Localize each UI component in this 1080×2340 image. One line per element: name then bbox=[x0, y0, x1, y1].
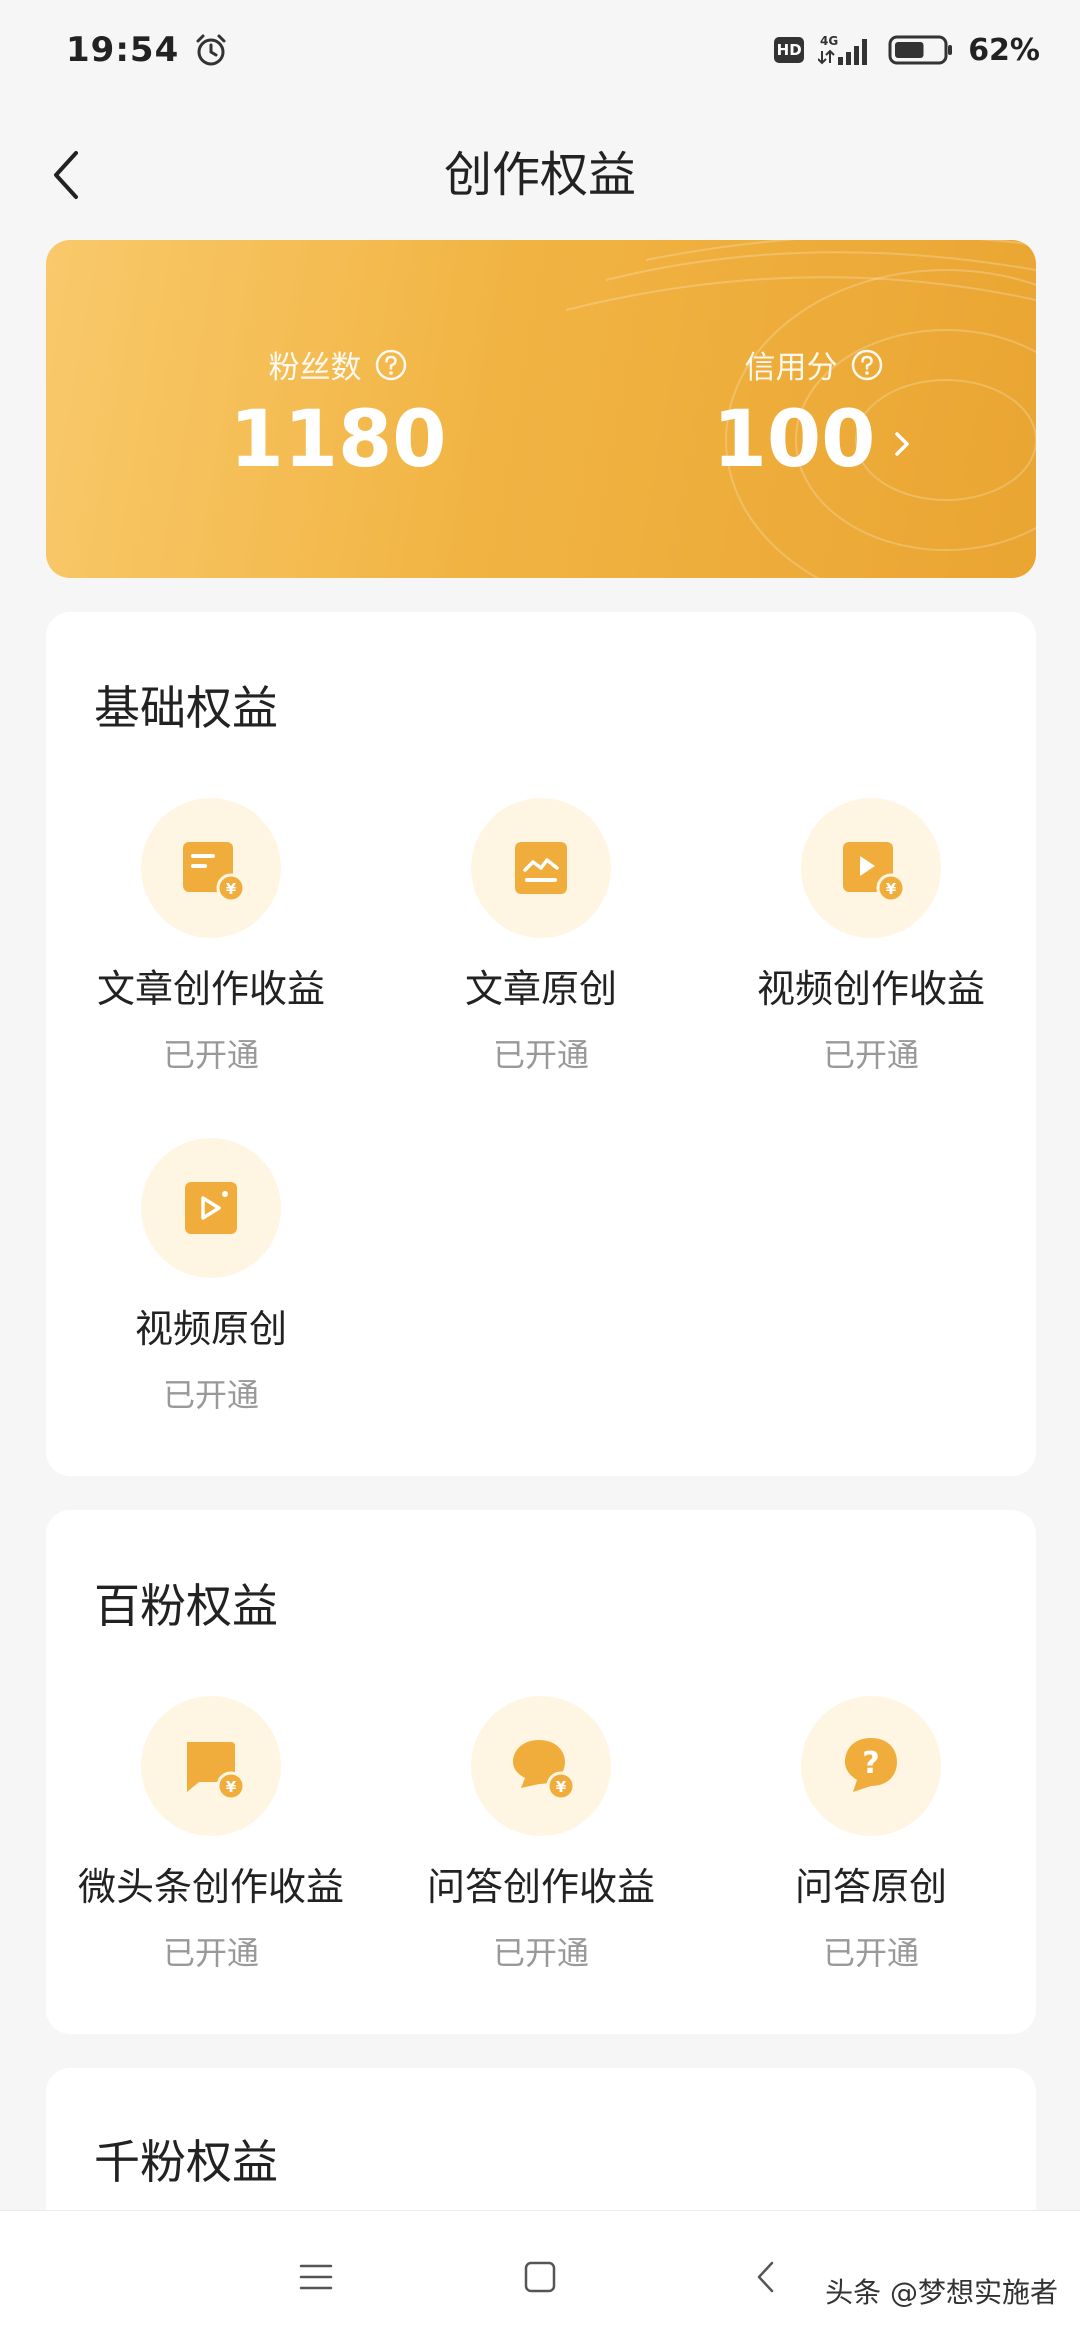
qa-original-icon: ? bbox=[845, 1738, 897, 1792]
credit-label-row: 信用分 bbox=[634, 342, 994, 387]
status-time: 19:54 bbox=[66, 30, 180, 70]
icon-circle: ¥ bbox=[141, 798, 281, 938]
benefit-qa-income[interactable]: ¥ 问答创作收益 已开通 bbox=[376, 1696, 706, 1996]
benefit-video-income[interactable]: ¥ 视频创作收益 已开通 bbox=[706, 798, 1036, 1098]
fans-value-row: 1180 bbox=[158, 390, 518, 490]
menu-button[interactable] bbox=[286, 2247, 346, 2307]
benefit-name: 微头条创作收益 bbox=[77, 1865, 344, 1909]
icon-circle: ¥ bbox=[801, 798, 941, 938]
header: 创作权益 bbox=[0, 100, 1080, 250]
benefit-status: 已开通 bbox=[162, 1376, 259, 1414]
benefit-article-income[interactable]: ¥ 文章创作收益 已开通 bbox=[46, 798, 376, 1098]
status-right: HD 4G 62% bbox=[774, 33, 1040, 68]
svg-text:¥: ¥ bbox=[226, 880, 237, 898]
page-title: 创作权益 bbox=[443, 147, 636, 203]
network-type-label: 4G bbox=[820, 34, 838, 48]
fans-label-row: 粉丝数 bbox=[158, 342, 518, 387]
alarm-icon bbox=[196, 34, 226, 66]
icon-circle: ¥ bbox=[141, 1696, 281, 1836]
benefit-video-original[interactable]: 视频原创 已开通 bbox=[46, 1138, 376, 1438]
benefit-article-original[interactable]: 文章原创 已开通 bbox=[376, 798, 706, 1098]
svg-text:?: ? bbox=[862, 1746, 879, 1781]
section-title: 千粉权益 bbox=[94, 2135, 278, 2189]
help-icon[interactable] bbox=[850, 348, 884, 382]
video-income-icon: ¥ bbox=[843, 842, 906, 903]
benefit-status: 已开通 bbox=[162, 1934, 259, 1972]
section-hundred-fan-benefits: 百粉权益 ¥ 微头条创作收益 已开通 ¥ 问答创作收益 已开通 ? 问答原创 已… bbox=[46, 1510, 1036, 2034]
section-basic-benefits: 基础权益 ¥ 文章创作收益 已开通 文章原创 已开通 ¥ 视频创作收益 已开通 … bbox=[46, 612, 1036, 1476]
chevron-right-icon bbox=[895, 432, 910, 456]
home-button[interactable] bbox=[510, 2247, 570, 2307]
benefit-name: 问答原创 bbox=[794, 1865, 947, 1909]
icon-circle bbox=[471, 798, 611, 938]
benefit-status: 已开通 bbox=[822, 1934, 919, 1972]
section-title: 基础权益 bbox=[94, 681, 278, 735]
svg-text:¥: ¥ bbox=[556, 1778, 567, 1796]
benefit-status: 已开通 bbox=[492, 1934, 589, 1972]
menu-icon bbox=[299, 2264, 333, 2290]
icon-circle bbox=[141, 1138, 281, 1278]
credit-value-row: 100 bbox=[634, 390, 994, 490]
battery-icon bbox=[888, 35, 953, 65]
benefit-name: 文章原创 bbox=[464, 967, 617, 1011]
credit-stat[interactable]: 信用分 100 bbox=[634, 240, 994, 578]
fans-label: 粉丝数 bbox=[268, 350, 362, 386]
benefit-name: 问答创作收益 bbox=[426, 1865, 655, 1909]
benefit-qa-original[interactable]: ? 问答原创 已开通 bbox=[706, 1696, 1036, 1996]
qa-income-icon: ¥ bbox=[513, 1740, 576, 1801]
back-arrow-icon bbox=[757, 2261, 774, 2293]
benefit-status: 已开通 bbox=[162, 1036, 259, 1074]
hd-icon: HD bbox=[774, 37, 805, 63]
article-original-icon bbox=[515, 842, 567, 894]
video-original-icon bbox=[185, 1182, 237, 1234]
benefit-status: 已开通 bbox=[822, 1036, 919, 1074]
micro-headline-income-icon: ¥ bbox=[187, 1742, 246, 1801]
fans-value: 1180 bbox=[229, 395, 447, 485]
icon-circle: ? bbox=[801, 1696, 941, 1836]
system-back-button[interactable] bbox=[736, 2247, 796, 2307]
fans-stat: 粉丝数 1180 bbox=[158, 240, 518, 578]
benefit-name: 视频创作收益 bbox=[756, 967, 985, 1011]
stats-card: 粉丝数 1180 信用分 100 bbox=[46, 240, 1036, 578]
benefit-name: 视频原创 bbox=[134, 1307, 287, 1351]
svg-text:¥: ¥ bbox=[886, 880, 897, 898]
svg-text:¥: ¥ bbox=[226, 1778, 237, 1796]
benefit-name: 文章创作收益 bbox=[96, 967, 325, 1011]
credit-value: 100 bbox=[712, 395, 876, 485]
watermark: 头条 @梦想实施者 bbox=[825, 2276, 1058, 2309]
benefit-micro-headline-income[interactable]: ¥ 微头条创作收益 已开通 bbox=[46, 1696, 376, 1996]
home-square-icon bbox=[524, 2261, 556, 2293]
signal-icon: 4G bbox=[818, 34, 868, 65]
system-nav-bar: 头条 @梦想实施者 bbox=[0, 2210, 1080, 2340]
benefit-status: 已开通 bbox=[492, 1036, 589, 1074]
section-title: 百粉权益 bbox=[94, 1579, 278, 1633]
article-income-icon: ¥ bbox=[183, 842, 246, 903]
help-icon[interactable] bbox=[374, 348, 408, 382]
page: 19:54 HD 4G 62% 创作权益 粉丝数 1180 信用分 100 基础… bbox=[0, 0, 1080, 2340]
icon-circle: ¥ bbox=[471, 1696, 611, 1836]
battery-percent: 62% bbox=[968, 32, 1040, 68]
credit-label: 信用分 bbox=[744, 350, 838, 386]
status-bar: 19:54 HD 4G 62% bbox=[0, 0, 1080, 100]
